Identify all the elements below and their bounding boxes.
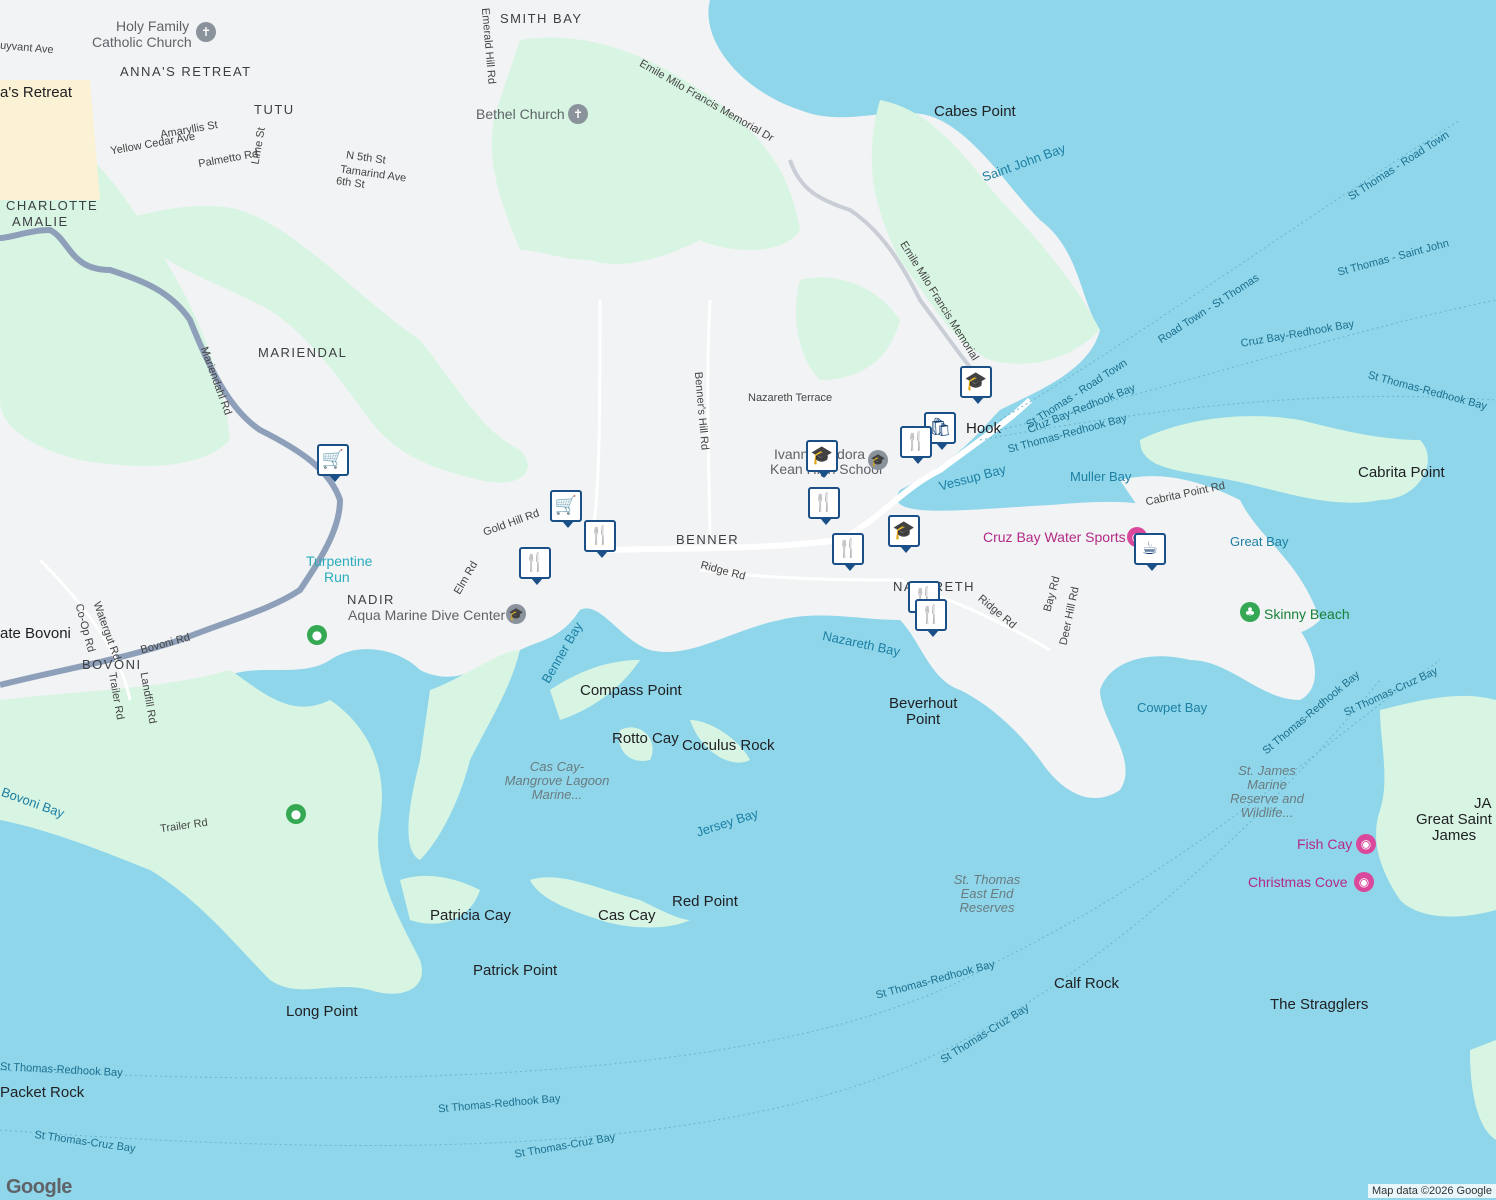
marker-cart-icon[interactable]: 🛒 <box>550 490 582 528</box>
poi-turpentine-2[interactable]: Run <box>324 569 350 585</box>
feature-beverhout-point-1: Beverhout <box>889 695 958 712</box>
land-south-east-islet <box>1470 1040 1496 1140</box>
feature-rotto-cay: Rotto Cay <box>612 730 679 747</box>
park-icon[interactable]: ● <box>286 804 306 824</box>
poi-aqua-marine[interactable]: Aqua Marine Dive Center <box>348 607 505 623</box>
tree-icon[interactable]: ♣ <box>1240 602 1260 622</box>
marker-restaurant-icon[interactable]: 🍴 <box>584 520 616 558</box>
marker-school-icon[interactable]: 🎓 <box>888 515 920 553</box>
feature-long-point: Long Point <box>286 1003 358 1020</box>
poi-holy-family-1[interactable]: Holy Family <box>116 18 189 34</box>
marker-school-icon[interactable]: 🎓 <box>960 366 992 404</box>
land-benner-spit <box>408 650 520 860</box>
feature-great-st-james-edge: JA <box>1474 795 1492 812</box>
feature-patrick-point: Patrick Point <box>473 962 558 979</box>
place-estate-bovoni: ate Bovoni <box>0 625 71 642</box>
church-icon[interactable]: ✝ <box>196 22 216 42</box>
water-great-bay: Great Bay <box>1230 534 1289 549</box>
place-charlotte-amalie-1: CHARLOTTE <box>6 198 99 213</box>
feature-cabrita-point: Cabrita Point <box>1358 464 1445 481</box>
marker-cafe-icon[interactable]: ☕ <box>1134 533 1166 571</box>
marker-restaurant-icon[interactable]: 🍴 <box>832 533 864 571</box>
place-benner: BENNER <box>676 532 740 547</box>
feature-packet-rock: Packet Rock <box>0 1084 85 1101</box>
feature-beverhout-point-2: Point <box>906 711 941 728</box>
poi-fish-cay[interactable]: Fish Cay <box>1297 836 1352 852</box>
place-charlotte-amalie-2: AMALIE <box>12 214 69 229</box>
map-canvas[interactable] <box>0 0 1496 1200</box>
poi-turpentine-1[interactable]: Turpentine <box>306 553 372 569</box>
marker-restaurant-icon[interactable]: 🍴 <box>915 599 947 637</box>
marker-school-icon[interactable]: 🎓 <box>806 440 838 478</box>
poi-st-james-marine[interactable]: St. James Marine Reserve and Wildlife... <box>1222 764 1312 820</box>
church-icon[interactable]: ✝ <box>568 104 588 124</box>
feature-great-st-james-2: James <box>1432 827 1477 844</box>
feature-compass-point: Compass Point <box>580 682 682 699</box>
poi-holy-family-2[interactable]: Catholic Church <box>92 34 192 50</box>
map-attribution[interactable]: Map data ©2026 Google <box>1367 1184 1496 1198</box>
feature-great-st-james-1: Great Saint <box>1416 811 1492 828</box>
place-tutu: TUTU <box>254 102 295 117</box>
water-muller-bay: Muller Bay <box>1070 469 1132 484</box>
poi-cruz-bay-water-sports[interactable]: Cruz Bay Water Sports <box>983 529 1126 545</box>
road-nazareth-terrace: Nazareth Terrace <box>748 392 833 404</box>
place-nadir: NADIR <box>347 592 395 607</box>
marker-restaurant-icon[interactable]: 🍴 <box>808 487 840 525</box>
place-annas-retreat: ANNA'S RETREAT <box>120 64 252 79</box>
feature-calf-rock: Calf Rock <box>1054 975 1120 992</box>
school-icon[interactable]: 🎓 <box>506 604 526 624</box>
marker-restaurant-icon[interactable]: 🍴 <box>900 426 932 464</box>
feature-red-point: Red Point <box>672 893 738 910</box>
place-mariendal: MARIENDAL <box>258 345 348 360</box>
place-annas-retreat-town: a's Retreat <box>0 84 73 101</box>
place-smith-bay: SMITH BAY <box>500 11 583 26</box>
poi-bethel-church[interactable]: Bethel Church <box>476 106 565 122</box>
place-red-hook: Hook <box>966 420 1002 437</box>
school-icon[interactable]: 🎓 <box>868 450 888 470</box>
google-logo: Google <box>6 1176 72 1198</box>
poi-st-thomas-east-end[interactable]: St. Thomas East End Reserves <box>942 873 1032 915</box>
feature-coculus-rock: Coculus Rock <box>682 737 775 754</box>
feature-cabes-point: Cabes Point <box>934 103 1016 120</box>
feature-patricia-cay: Patricia Cay <box>430 907 511 924</box>
poi-christmas-cove[interactable]: Christmas Cove <box>1248 874 1348 890</box>
feature-the-stragglers: The Stragglers <box>1270 996 1369 1013</box>
land-bovoni-peninsula <box>0 670 422 994</box>
poi-skinny-beach[interactable]: Skinny Beach <box>1264 606 1350 622</box>
park-icon[interactable]: ● <box>307 625 327 645</box>
camera-icon[interactable]: ◉ <box>1354 872 1374 892</box>
marker-restaurant-icon[interactable]: 🍴 <box>519 547 551 585</box>
marker-cart-icon[interactable]: 🛒 <box>317 444 349 482</box>
poi-cas-cay-mangrove[interactable]: Cas Cay-Mangrove Lagoon Marine... <box>502 760 612 802</box>
camera-icon[interactable]: ◉ <box>1356 834 1376 854</box>
water-cowpet-bay: Cowpet Bay <box>1137 700 1208 715</box>
feature-cas-cay: Cas Cay <box>598 907 656 924</box>
